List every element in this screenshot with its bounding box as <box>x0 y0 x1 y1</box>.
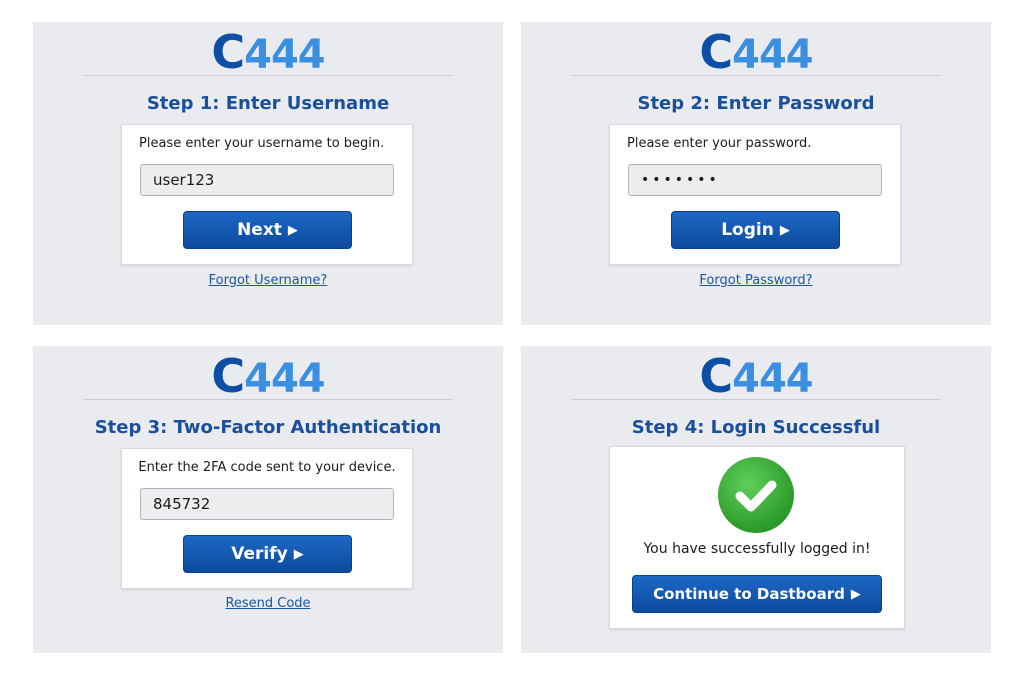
continue-to-dashboard-button[interactable]: Continue to Dastboard ▶ <box>632 575 882 613</box>
play-triangle-icon: ▶ <box>850 587 861 602</box>
continue-button-label: Continue to Dastboard <box>653 585 845 603</box>
login-button[interactable]: Login ▶ <box>671 211 840 249</box>
step-title: Step 2: Enter Password <box>637 93 875 114</box>
logo-number: 444 <box>244 356 325 402</box>
prompt-text: Please enter your password. <box>627 136 812 151</box>
check-circle-icon <box>718 457 794 533</box>
success-card: You have successfully logged in! Continu… <box>609 446 905 629</box>
step4-panel: C444 Step 4: Login Successful You have s… <box>521 346 991 653</box>
verify-button-label: Verify <box>231 544 288 564</box>
next-button[interactable]: Next ▶ <box>183 211 352 249</box>
logo-letter: C <box>211 349 245 403</box>
logo: C444 <box>33 28 503 79</box>
prompt-text: Enter the 2FA code sent to your device. <box>138 460 396 475</box>
login-button-label: Login <box>721 220 774 240</box>
prompt-text: Please enter your username to begin. <box>139 136 385 151</box>
2fa-code-input[interactable]: 845732 <box>140 488 394 520</box>
step1-panel: C444 Step 1: Enter Username Please enter… <box>33 22 503 325</box>
logo-letter: C <box>211 25 245 79</box>
forgot-password-link[interactable]: Forgot Password? <box>521 273 991 288</box>
play-triangle-icon: ▶ <box>287 223 298 238</box>
login-card: Please enter your password. ••••••• Logi… <box>609 124 901 265</box>
step2-panel: C444 Step 2: Enter Password Please enter… <box>521 22 991 325</box>
logo-letter: C <box>699 349 733 403</box>
logo-number: 444 <box>732 356 813 402</box>
login-card: Enter the 2FA code sent to your device. … <box>121 448 413 589</box>
play-triangle-icon: ▶ <box>779 223 790 238</box>
divider <box>571 75 941 76</box>
logo: C444 <box>521 352 991 403</box>
logo-number: 444 <box>244 32 325 78</box>
divider <box>83 399 453 400</box>
divider <box>571 399 941 400</box>
logo: C444 <box>33 352 503 403</box>
step-title: Step 3: Two-Factor Authentication <box>94 417 442 438</box>
logo: C444 <box>521 28 991 79</box>
logo-number: 444 <box>732 32 813 78</box>
password-input[interactable]: ••••••• <box>628 164 882 196</box>
divider <box>83 75 453 76</box>
forgot-username-link[interactable]: Forgot Username? <box>33 273 503 288</box>
step-title: Step 4: Login Successful <box>631 417 881 438</box>
username-input[interactable]: user123 <box>140 164 394 196</box>
play-triangle-icon: ▶ <box>293 547 304 562</box>
step-title: Step 1: Enter Username <box>146 93 390 114</box>
resend-code-link[interactable]: Resend Code <box>33 596 503 611</box>
verify-button[interactable]: Verify ▶ <box>183 535 352 573</box>
login-card: Please enter your username to begin. use… <box>121 124 413 265</box>
logo-letter: C <box>699 25 733 79</box>
next-button-label: Next <box>237 220 282 240</box>
success-message: You have successfully logged in! <box>643 541 871 557</box>
step3-panel: C444 Step 3: Two-Factor Authentication E… <box>33 346 503 653</box>
